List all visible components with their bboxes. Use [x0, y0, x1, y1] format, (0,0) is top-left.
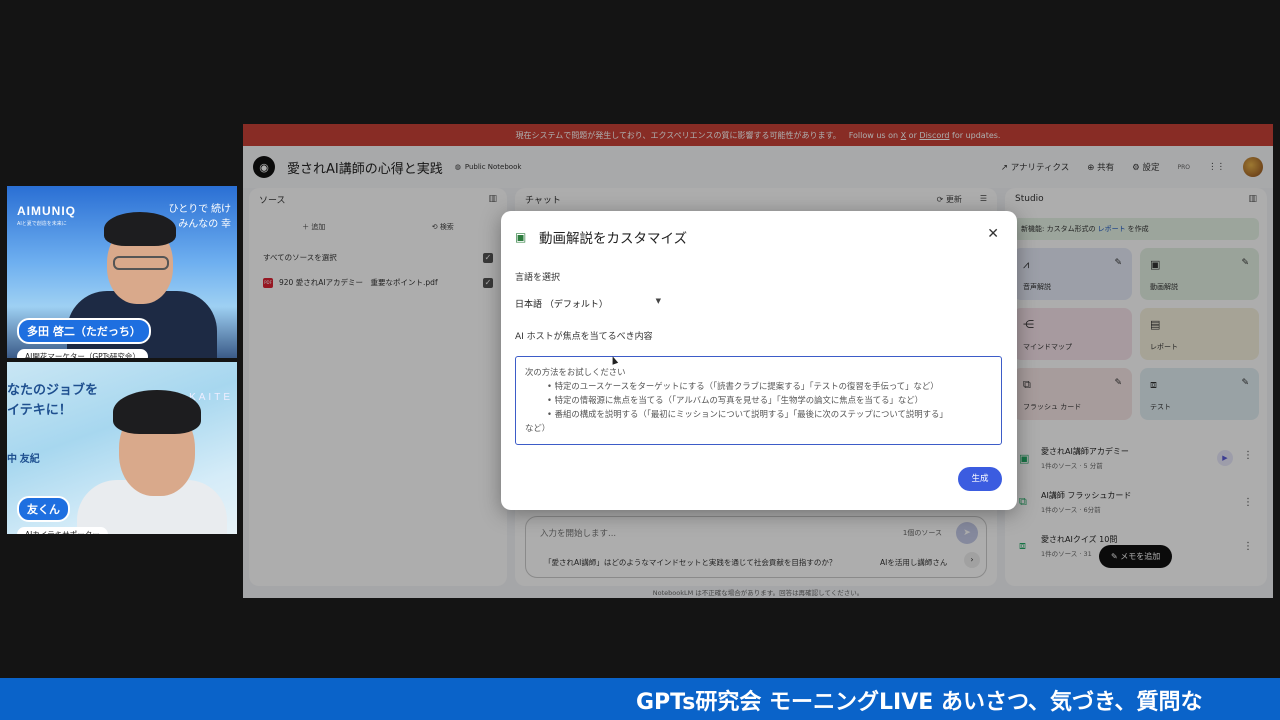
presenter-name: 多田 啓二（ただっち） [17, 318, 151, 344]
customize-video-dialog: ▣ 動画解説をカスタマイズ ✕ 言語を選択 日本語 （デフォルト） ▼ AI ホス… [501, 211, 1017, 510]
video-icon: ▣ [515, 230, 527, 244]
stream-canvas: AIMUNIQ AIと夏で創造を未来に ひとりで 続け みんなの 幸 多田 啓二… [0, 0, 1280, 720]
dialog-title: 動画解説をカスタマイズ [539, 231, 688, 247]
cam-brand-sub: AIと夏で創造を未来に [17, 221, 67, 227]
cam-slogan: ひとりで 続け みんなの 幸 [168, 204, 231, 230]
focus-label: AI ホストが焦点を当てるべき内容 [515, 332, 653, 342]
cam-person-name: 中 友紀 [7, 454, 40, 465]
language-select[interactable]: 日本語 （デフォルト） ▼ [515, 297, 661, 310]
generate-button[interactable]: 生成 [958, 467, 1002, 491]
guest-role: AIカイテキサポーター [17, 527, 108, 534]
webcam-tile-guest: なたのジョブを イテキに！ KAITE 中 友紀 友くん AIカイテキサポーター [7, 362, 237, 534]
close-icon[interactable]: ✕ [987, 226, 999, 242]
focus-textarea[interactable]: 次の方法をお試しください • 特定のユースケースをターゲットにする（「読書クラブ… [515, 356, 1002, 445]
guest-name: 友くん [17, 496, 70, 522]
language-label: 言語を選択 [515, 273, 561, 283]
live-ticker: GPTs研究会 モーニングLIVE あいさつ、気づき、質問な [0, 678, 1280, 720]
name-tag: 多田 啓二（ただっち） AI開花マーケター（GPTs研究会） [17, 318, 151, 358]
name-tag-2: 友くん AIカイテキサポーター [17, 496, 108, 534]
webcam-tile-host: AIMUNIQ AIと夏で創造を未来に ひとりで 続け みんなの 幸 多田 啓二… [7, 186, 237, 358]
presenter-role: AI開花マーケター（GPTs研究会） [17, 349, 148, 358]
ticker-text: GPTs研究会 モーニングLIVE あいさつ、気づき、質問な [636, 690, 1203, 715]
caret-down-icon: ▼ [655, 297, 661, 305]
cam-headline: なたのジョブを イテキに！ [7, 382, 99, 417]
cam-brand: AIMUNIQ [17, 204, 76, 218]
